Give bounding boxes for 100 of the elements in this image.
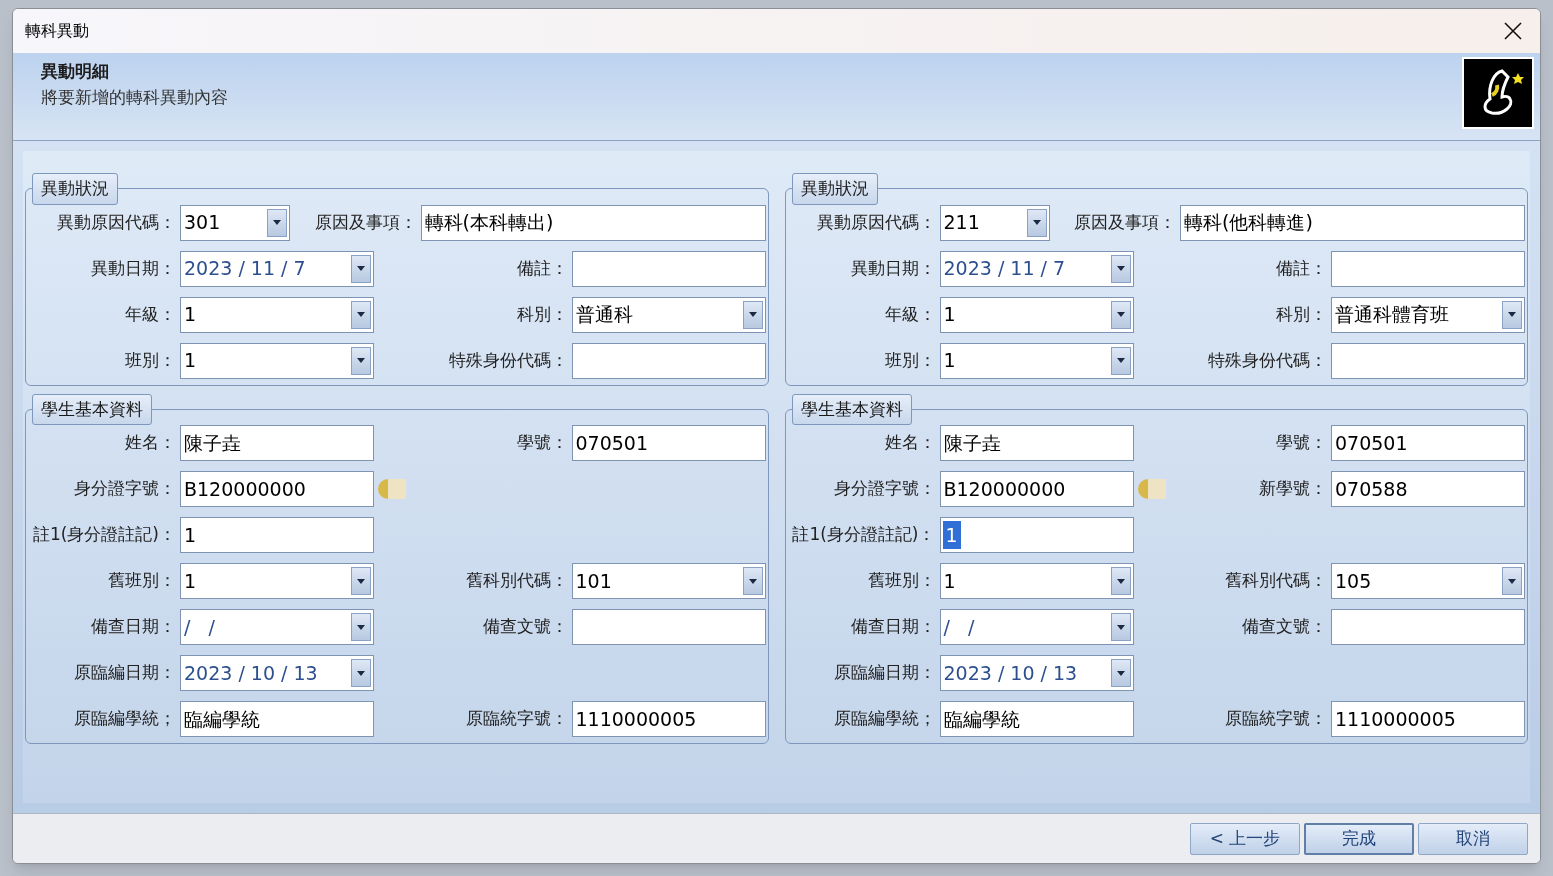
field-label: 舊科別代碼： — [464, 569, 569, 593]
field-label: 原臨統字號： — [464, 707, 569, 731]
field-label: 舊科別代碼： — [1224, 569, 1328, 593]
dropdown-field[interactable]: 1 — [180, 342, 374, 379]
dropdown-button[interactable] — [1026, 208, 1047, 237]
field-label: 備查日期： — [90, 615, 177, 639]
field-label: 原臨編學統； — [832, 707, 937, 731]
text-field[interactable] — [571, 609, 766, 645]
dropdown-button[interactable] — [1110, 659, 1131, 687]
field-label: 新學號： — [1258, 477, 1328, 501]
dropdown-button[interactable] — [351, 659, 371, 687]
dropdown-field[interactable]: 普通科體育班 — [1331, 296, 1525, 333]
text-field[interactable]: 070501 — [571, 425, 766, 461]
wizard-hat-icon — [1462, 57, 1534, 129]
field-label: 異動原因代碼： — [815, 210, 937, 234]
dropdown-field[interactable]: 1 — [180, 296, 374, 333]
dropdown-field[interactable]: 1 — [939, 296, 1134, 333]
field-label: 身分證字號： — [832, 477, 937, 501]
dropdown-button[interactable] — [351, 613, 371, 641]
field-label: 科別： — [1275, 302, 1328, 326]
text-field[interactable] — [1331, 342, 1525, 379]
field-label: 原臨編日期： — [73, 661, 177, 685]
date-picker[interactable]: 2023 / 11 / 7 — [180, 250, 374, 287]
caret-icon — [1116, 670, 1125, 676]
dropdown-button[interactable] — [1110, 613, 1131, 641]
field-label: 班別： — [883, 348, 937, 372]
field-label: 異動原因代碼： — [56, 210, 177, 234]
dropdown-button[interactable] — [1110, 300, 1131, 329]
caret-icon — [1508, 578, 1516, 584]
window-title: 轉科異動 — [25, 20, 89, 42]
field-label: 姓名： — [124, 431, 177, 455]
field-label: 學號： — [515, 431, 569, 455]
dropdown-button[interactable] — [267, 208, 287, 237]
text-field[interactable] — [571, 250, 766, 287]
dropdown-button[interactable] — [742, 567, 763, 595]
text-field[interactable]: 070588 — [1331, 471, 1525, 507]
caret-icon — [748, 312, 757, 317]
dropdown-field[interactable]: 普通科 — [571, 296, 766, 333]
dropdown-button[interactable] — [1110, 346, 1131, 375]
dropdown-field[interactable]: 211 — [939, 204, 1050, 241]
dropdown-field[interactable]: 105 — [1331, 563, 1525, 599]
caret-icon — [1116, 266, 1125, 271]
text-field[interactable]: 陳子垚 — [180, 425, 374, 461]
dropdown-field[interactable]: 301 — [180, 204, 290, 241]
dropdown-field[interactable]: 1 — [939, 563, 1134, 599]
text-field[interactable]: 陳子垚 — [939, 425, 1134, 461]
field-label: 註1(身分證註記)： — [791, 523, 937, 547]
card-icon — [376, 477, 406, 501]
date-picker[interactable]: / / — [180, 609, 374, 645]
dropdown-button[interactable] — [1110, 567, 1131, 595]
text-field[interactable]: 1110000005 — [571, 701, 766, 737]
text-field[interactable]: B120000000 — [939, 471, 1134, 507]
text-field[interactable]: 轉科(本科轉出) — [420, 204, 766, 241]
field-label: 原臨統字號： — [1224, 707, 1328, 731]
dropdown-button[interactable] — [1110, 254, 1131, 283]
dropdown-button[interactable] — [1502, 567, 1522, 595]
dropdown-button[interactable] — [351, 567, 371, 595]
caret-icon — [357, 578, 365, 584]
wizard-button[interactable]: 完成 — [1304, 822, 1414, 855]
text-field[interactable]: 1110000005 — [1331, 701, 1525, 737]
text-field[interactable] — [1331, 250, 1525, 287]
text-field[interactable]: 1 — [180, 517, 374, 553]
field-label: 備註： — [515, 256, 569, 280]
field-label: 備查日期： — [849, 615, 937, 639]
caret-icon — [1032, 220, 1041, 225]
group-title: 學生基本資料 — [32, 393, 152, 425]
caret-icon — [1116, 312, 1125, 317]
field-label: 異動日期： — [849, 256, 937, 280]
dropdown-field[interactable]: 1 — [180, 563, 374, 599]
field-label: 原臨編日期： — [832, 661, 937, 685]
caret-icon — [1116, 358, 1125, 363]
field-label: 身分證字號： — [73, 477, 177, 501]
field-label: 異動日期： — [90, 256, 177, 280]
dropdown-button[interactable] — [351, 346, 371, 375]
field-label: 班別： — [124, 348, 177, 372]
dropdown-button[interactable] — [1502, 300, 1522, 329]
field-label: 註1(身分證註記)： — [31, 523, 177, 547]
text-field[interactable]: 070501 — [1331, 425, 1525, 461]
text-field[interactable]: 轉科(他科轉進) — [1180, 204, 1525, 241]
text-field[interactable]: 臨編學統 — [180, 701, 374, 737]
date-picker[interactable]: / / — [939, 609, 1134, 645]
text-field[interactable]: B120000000 — [180, 471, 374, 507]
date-picker[interactable]: 2023 / 10 / 13 — [180, 655, 374, 691]
caret-icon — [357, 358, 365, 363]
wizard-button[interactable]: 取消 — [1418, 822, 1528, 855]
dropdown-field[interactable]: 101 — [571, 563, 766, 599]
dropdown-field[interactable]: 1 — [939, 342, 1134, 379]
date-picker[interactable]: 2023 / 11 / 7 — [939, 250, 1134, 287]
wizard-button[interactable]: < 上一步 — [1190, 822, 1300, 855]
date-picker[interactable]: 2023 / 10 / 13 — [939, 655, 1134, 691]
field-label: 年級： — [124, 302, 177, 326]
text-field[interactable] — [571, 342, 766, 379]
card-icon — [1135, 477, 1166, 501]
text-field[interactable]: 1 — [939, 517, 1134, 553]
text-field[interactable] — [1331, 609, 1525, 645]
dropdown-button[interactable] — [351, 254, 371, 283]
field-label: 特殊身份代碼： — [447, 348, 569, 372]
dropdown-button[interactable] — [742, 300, 763, 329]
text-field[interactable]: 臨編學統 — [939, 701, 1134, 737]
dropdown-button[interactable] — [351, 300, 371, 329]
